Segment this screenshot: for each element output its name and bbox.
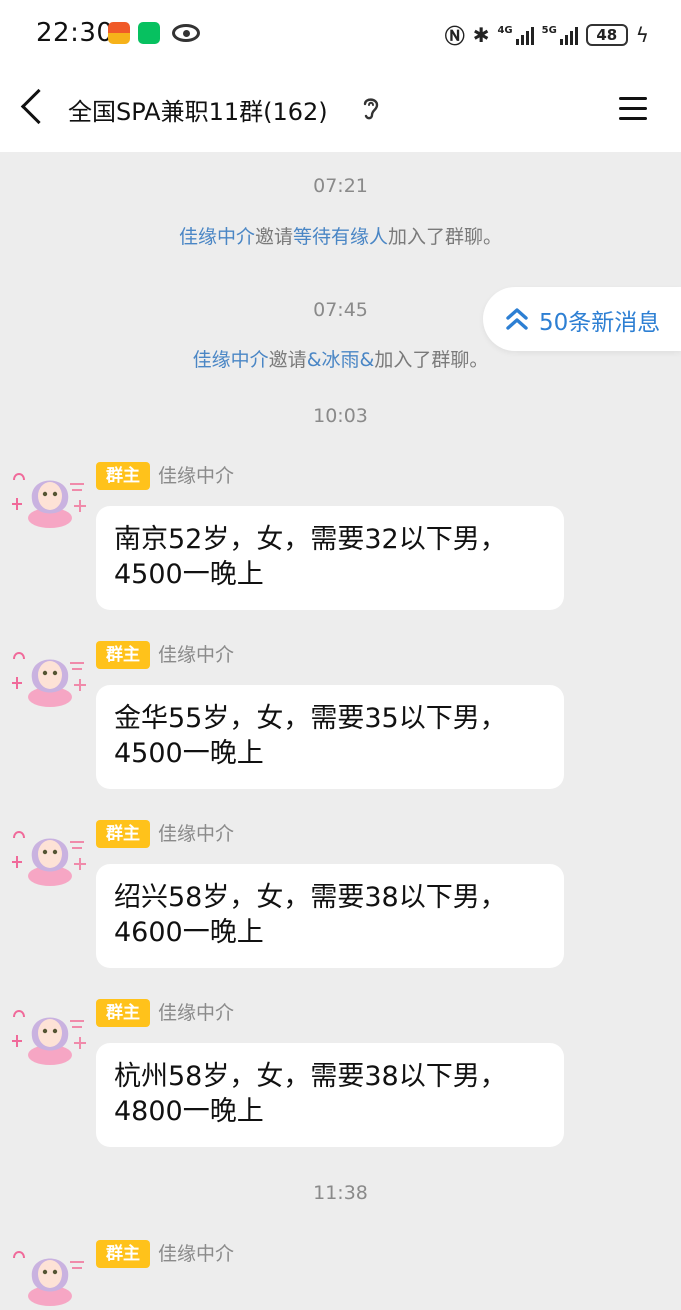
timestamp: 10:03 <box>313 405 368 427</box>
avatar[interactable] <box>8 818 92 890</box>
charging-icon: ϟ <box>635 22 649 47</box>
message-bubble[interactable]: 杭州58岁，女，需要38以下男， 4800一晚上 <box>96 1043 564 1147</box>
menu-button[interactable] <box>619 94 649 124</box>
invitee-link[interactable]: 等待有缘人 <box>293 226 388 248</box>
status-bar: 22:30 Ⓝ ✱ 4G 5G 48 ϟ <box>0 0 681 68</box>
system-message: 佳缘中介邀请等待有缘人加入了群聊。 <box>178 226 503 248</box>
message-text-line: 4600一晚上 <box>114 917 264 948</box>
avatar[interactable] <box>8 460 92 532</box>
notification-icons <box>108 22 200 44</box>
avatar[interactable] <box>8 1238 92 1310</box>
message-text-line: 4500一晚上 <box>114 559 264 590</box>
timestamp: 07:21 <box>313 175 368 197</box>
back-button[interactable] <box>14 86 54 130</box>
sender-name[interactable]: 佳缘中介 <box>158 462 234 490</box>
owner-badge: 群主 <box>96 641 150 669</box>
chat-header: 全国SPA兼职11群(162) <box>0 68 681 152</box>
ear-icon <box>363 98 379 120</box>
message-bubble[interactable]: 绍兴58岁，女，需要38以下男， 4600一晚上 <box>96 864 564 968</box>
inviter-link[interactable]: 佳缘中介 <box>193 349 269 371</box>
sender-name[interactable]: 佳缘中介 <box>158 1240 234 1268</box>
system-status-icons: Ⓝ ✱ 4G 5G 48 ϟ <box>445 20 649 49</box>
eye-icon <box>172 24 200 42</box>
inviter-link[interactable]: 佳缘中介 <box>179 226 255 248</box>
message-bubble[interactable]: 南京52岁，女，需要32以下男， 4500一晚上 <box>96 506 564 610</box>
message-text-line: 绍兴58岁，女，需要38以下男， <box>114 882 507 913</box>
message-text-line: 杭州58岁，女，需要38以下男， <box>114 1061 507 1092</box>
message-bubble[interactable]: 金华55岁，女，需要35以下男， 4500一晚上 <box>96 685 564 789</box>
avatar[interactable] <box>8 997 92 1069</box>
sender-name[interactable]: 佳缘中介 <box>158 641 234 669</box>
bluetooth-icon: ✱ <box>472 22 490 47</box>
battery-icon: 48 <box>585 23 628 46</box>
status-time: 22:30 <box>36 18 114 48</box>
message-text-line: 南京52岁，女，需要32以下男， <box>114 524 507 555</box>
owner-badge: 群主 <box>96 1240 150 1268</box>
new-messages-button[interactable]: 50条新消息 <box>483 287 681 351</box>
message-text-line: 金华55岁，女，需要35以下男， <box>114 703 507 734</box>
owner-badge: 群主 <box>96 462 150 490</box>
new-messages-label: 50条新消息 <box>539 310 661 336</box>
chat-title[interactable]: 全国SPA兼职11群(162) <box>68 92 328 127</box>
invitee-link[interactable]: &冰雨& <box>307 349 375 371</box>
timestamp: 11:38 <box>313 1182 368 1204</box>
message-text-line: 4500一晚上 <box>114 738 264 769</box>
app-notification-icon <box>108 22 130 44</box>
double-chevron-up-icon <box>506 308 528 330</box>
wechat-notification-icon <box>138 22 160 44</box>
message-text-line: 4800一晚上 <box>114 1096 264 1127</box>
sender-name[interactable]: 佳缘中介 <box>158 820 234 848</box>
signal-4g-icon: 4G <box>497 25 534 45</box>
signal-5g-icon: 5G <box>542 25 578 45</box>
owner-badge: 群主 <box>96 820 150 848</box>
owner-badge: 群主 <box>96 999 150 1027</box>
top-bar: 22:30 Ⓝ ✱ 4G 5G 48 ϟ 全国SPA兼职11群(162) <box>0 0 681 152</box>
avatar[interactable] <box>8 639 92 711</box>
sender-name[interactable]: 佳缘中介 <box>158 999 234 1027</box>
nfc-icon: Ⓝ <box>444 24 465 48</box>
